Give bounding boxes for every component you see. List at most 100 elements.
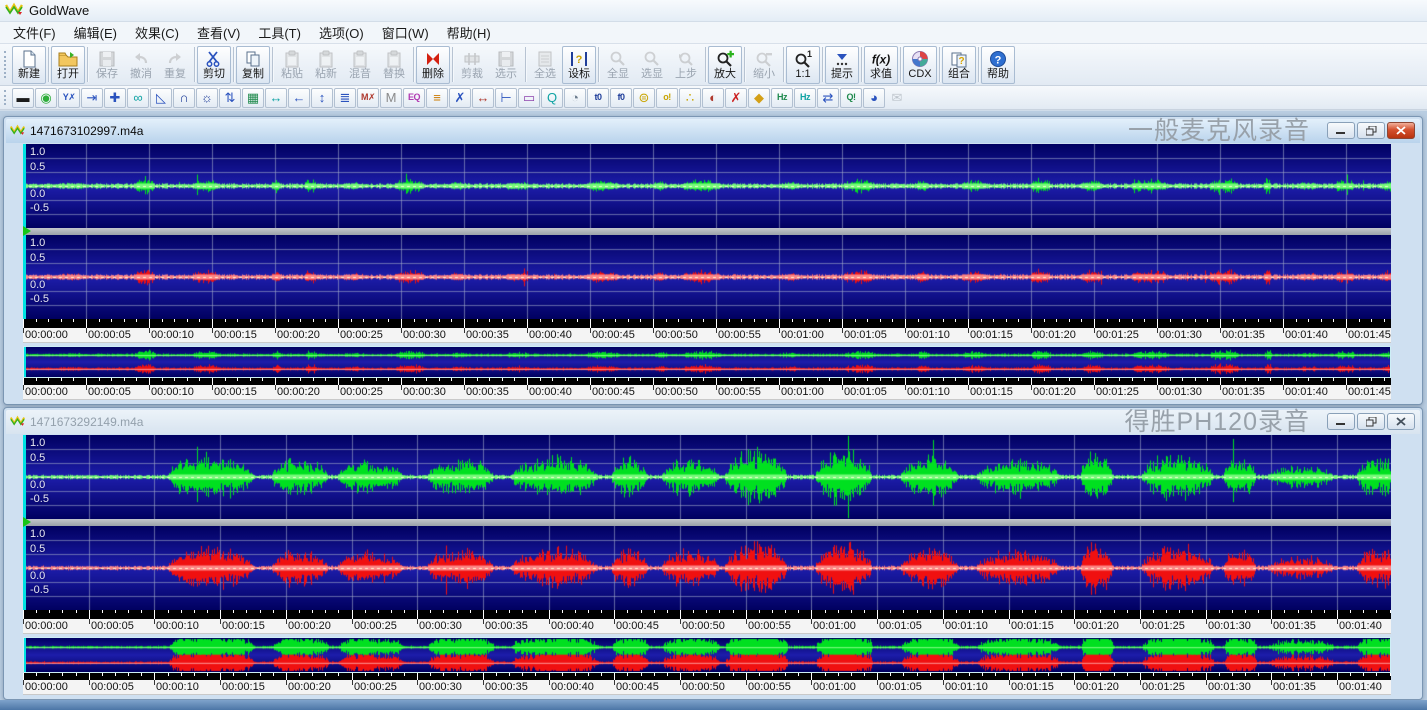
mx-gray-icon[interactable]: M <box>380 88 402 108</box>
hint-button[interactable]: 提示 <box>825 46 859 84</box>
node-curve-icon[interactable]: ∴ <box>679 88 701 108</box>
axis-tick <box>338 673 339 676</box>
menu-item-5[interactable]: 选项(O) <box>310 21 373 44</box>
arrows-x-icon[interactable]: ↔ <box>472 88 494 108</box>
hz-wave-icon[interactable]: Hz <box>794 88 816 108</box>
mx-red-green-icon[interactable]: M✗ <box>357 88 379 108</box>
delete-button[interactable]: 删除 <box>416 46 450 84</box>
window-titlebar[interactable]: 1471673292149.m4a得胜PH120录音 <box>6 410 1420 434</box>
cdx-button[interactable]: CDX <box>903 46 937 84</box>
time-axis-labels: 00:00:0000:00:0500:00:1000:00:1500:00:20… <box>23 619 1391 634</box>
axis-tick <box>798 673 799 676</box>
axis-tick <box>1144 319 1145 322</box>
menu-item-3[interactable]: 查看(V) <box>188 21 249 44</box>
window-2[interactable]: 1471673292149.m4a得胜PH120录音1.00.50.0-0.51… <box>3 407 1423 700</box>
close-button[interactable] <box>1387 413 1415 430</box>
zoom-out-button: 缩小 <box>747 46 781 84</box>
toolbar-grip[interactable] <box>4 90 9 105</box>
hz-play-icon[interactable]: Hz <box>771 88 793 108</box>
evaluate-button[interactable]: f(x)求值 <box>864 46 898 84</box>
axis-label-tick <box>417 680 418 685</box>
menu-item-7[interactable]: 帮助(H) <box>438 21 500 44</box>
restore-button[interactable] <box>1357 413 1385 430</box>
toolbar-separator <box>452 47 453 82</box>
cut-button[interactable]: 剪切 <box>197 46 231 84</box>
pin-lines-icon[interactable]: ⊢ <box>495 88 517 108</box>
axis-tick <box>275 319 276 328</box>
axis-tick <box>325 610 326 613</box>
rotate-arrows-icon[interactable]: ⇄ <box>817 88 839 108</box>
show-selection-button: 选显 <box>635 46 669 84</box>
t-zero-clock-icon[interactable]: t0 <box>587 88 609 108</box>
red-x-figure-icon[interactable]: ✗ <box>725 88 747 108</box>
axis-tick <box>1140 610 1141 619</box>
right-channel-waveform[interactable]: 1.00.50.0-0.5 <box>23 235 1391 319</box>
gear-star-icon[interactable]: ☼ <box>196 88 218 108</box>
menu-item-0[interactable]: 文件(F) <box>4 21 65 44</box>
time-label: 00:01:00 <box>781 329 824 341</box>
q-exclaim-icon[interactable]: Q! <box>840 88 862 108</box>
green-target-icon[interactable]: ◉ <box>35 88 57 108</box>
left-channel-waveform[interactable]: 1.00.50.0-0.5 <box>23 435 1391 519</box>
set-marker-button[interactable]: ?设标 <box>562 46 596 84</box>
open-button[interactable]: 打开 <box>51 46 85 84</box>
close-button[interactable] <box>1387 122 1415 139</box>
mixer-icon[interactable]: ≡ <box>426 88 448 108</box>
resize-box-icon[interactable]: ↔ <box>265 88 287 108</box>
overview-panel[interactable] <box>23 637 1391 673</box>
time-axis-labels: 00:00:0000:00:0500:00:1000:00:1500:00:20… <box>23 680 1391 695</box>
arrow-to-wall-icon[interactable]: ⇥ <box>81 88 103 108</box>
minimize-button[interactable] <box>1327 413 1355 430</box>
axis-tick <box>1245 673 1246 676</box>
axis-tick <box>535 673 536 676</box>
f-zero-clock-icon[interactable]: f0 <box>610 88 632 108</box>
menu-item-1[interactable]: 编辑(E) <box>65 21 126 44</box>
ramp-triangle-icon[interactable]: ◺ <box>150 88 172 108</box>
menu-item-2[interactable]: 效果(C) <box>126 21 188 44</box>
o-exclaim-icon[interactable]: o! <box>656 88 678 108</box>
axis-tick <box>154 610 155 619</box>
app-titlebar[interactable]: GoldWave <box>0 0 1427 22</box>
sliders-icon[interactable]: ≣ <box>334 88 356 108</box>
minimize-button[interactable] <box>1327 122 1355 139</box>
linked-ovals-icon[interactable]: ∞ <box>127 88 149 108</box>
help-button[interactable]: ?帮助 <box>981 46 1015 84</box>
capsule-icon[interactable]: ▭ <box>518 88 540 108</box>
toolbar-separator <box>978 47 979 82</box>
split-arrows-icon[interactable]: ⇅ <box>219 88 241 108</box>
time-label: 00:00:50 <box>655 329 698 341</box>
svg-text:?: ? <box>995 54 1002 66</box>
pie-clock-icon[interactable]: ◕ <box>863 88 885 108</box>
diamond-icon[interactable]: ◆ <box>748 88 770 108</box>
copy-button[interactable]: 复制 <box>236 46 270 84</box>
small-clock-icon[interactable]: ◔ <box>564 88 586 108</box>
eq-eye-icon[interactable]: EQ <box>403 88 425 108</box>
toolbar-grip[interactable] <box>4 51 9 78</box>
sparkle-x-icon[interactable]: ✗ <box>449 88 471 108</box>
zoom-in-button[interactable]: 放大 <box>708 46 742 84</box>
window-titlebar[interactable]: 1471673102997.m4a一般麦克风录音 <box>6 119 1420 143</box>
menu-item-6[interactable]: 窗口(W) <box>373 21 438 44</box>
new-button[interactable]: 新建 <box>12 46 46 84</box>
previous-zoom-button: 上步 <box>669 46 703 84</box>
grid-table-icon[interactable]: ▦ <box>242 88 264 108</box>
yellow-rings-icon[interactable]: ⊜ <box>633 88 655 108</box>
teal-magnifier-icon[interactable]: Q <box>541 88 563 108</box>
restore-button[interactable] <box>1357 122 1385 139</box>
left-arrow-icon[interactable]: ← <box>288 88 310 108</box>
expand-arrows-icon[interactable]: ✚ <box>104 88 126 108</box>
menu-item-4[interactable]: 工具(T) <box>249 21 310 44</box>
overview-panel[interactable] <box>23 346 1391 378</box>
black-bar-icon[interactable]: ▬ <box>12 88 34 108</box>
left-channel-waveform[interactable]: 1.00.50.0-0.5 <box>23 144 1391 228</box>
window-1[interactable]: 1471673102997.m4a一般麦克风录音1.00.50.0-0.51.0… <box>3 116 1423 405</box>
vertical-arrows-icon[interactable]: ↕ <box>311 88 333 108</box>
join-button[interactable]: ?组合 <box>942 46 976 84</box>
red-green-circle-icon[interactable]: ◐ <box>702 88 724 108</box>
time-label: 00:01:35 <box>1273 681 1316 693</box>
axis-label-tick <box>212 385 213 390</box>
arc-icon[interactable]: ∩ <box>173 88 195 108</box>
yx-axis-icon[interactable]: Y✗ <box>58 88 80 108</box>
right-channel-waveform[interactable]: 1.00.50.0-0.5 <box>23 526 1391 610</box>
zoom-1-1-button[interactable]: 11:1 <box>786 46 820 84</box>
